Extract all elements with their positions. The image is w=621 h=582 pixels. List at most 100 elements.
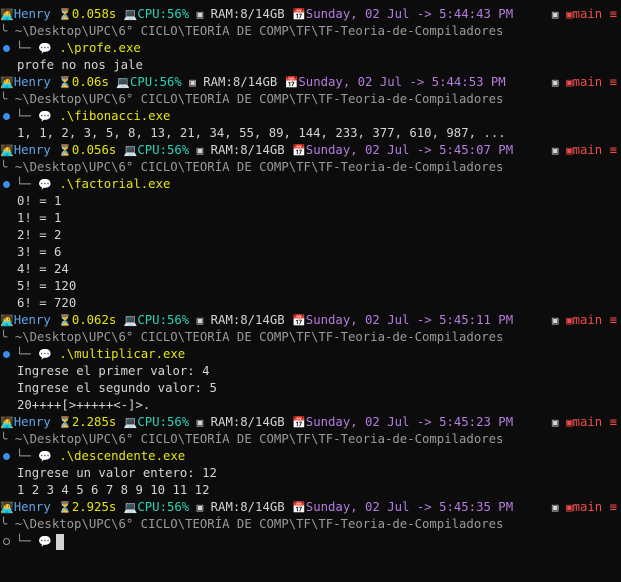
prompt-line: └─ 💬 .\descendente.exe [0, 448, 621, 465]
laptop-icon: 💻 [123, 416, 138, 429]
working-directory: ~\Desktop\UPC\6° CICLO\TEORÍA DE COMP\TF… [14, 160, 504, 174]
git-status: ▣ ▣main ≡ [552, 499, 617, 516]
person-laptop-icon: 🧑‍💻 [0, 8, 14, 21]
cpu-usage: CPU:56% [137, 7, 190, 21]
speech-bubble-icon: 💬 [38, 178, 52, 191]
date-prefix: Sunday, 02 Jul -> [305, 313, 440, 327]
prompt-status-dot [3, 112, 10, 120]
memory-icon: ▣ [196, 8, 204, 21]
cpu-usage: CPU:56% [137, 500, 190, 514]
hourglass-icon: ⏳ [58, 501, 72, 514]
git-branch: main [572, 415, 603, 429]
tree-connector: ╰ [0, 517, 8, 531]
git-branch-icon: ▣ [565, 501, 573, 514]
tree-connector: └─ [16, 449, 31, 463]
laptop-icon: 💻 [116, 76, 130, 89]
clock-time: 5:44:43 PM [439, 7, 514, 21]
git-branch: main [572, 313, 603, 327]
calendar-icon: 📅 [292, 416, 306, 429]
git-status: ▣ ▣main ≡ [552, 414, 617, 431]
prompt-line: └─ 💬 .\fibonacci.exe [0, 108, 621, 125]
git-sync-status: ≡ [609, 7, 617, 21]
prompt-line[interactable]: └─ 💬 [0, 533, 621, 550]
elapsed-time: 0.056s [71, 143, 117, 157]
cpu-usage: CPU:56% [137, 143, 190, 157]
working-directory: ~\Desktop\UPC\6° CICLO\TEORÍA DE COMP\TF… [14, 330, 504, 344]
clock-time: 5:45:23 PM [439, 415, 514, 429]
git-branch-icon: ▣ [551, 501, 559, 514]
git-branch: main [572, 500, 603, 514]
output-line: 6! = 720 [17, 296, 77, 310]
cpu-usage: CPU:56% [137, 415, 190, 429]
output-line: 1! = 1 [17, 211, 62, 225]
laptop-icon: 💻 [123, 8, 138, 21]
git-branch-icon: ▣ [565, 144, 573, 157]
prompt-line: └─ 💬 .\multiplicar.exe [0, 346, 621, 363]
hourglass-icon: ⏳ [58, 144, 72, 157]
tree-connector: └─ [16, 534, 31, 548]
memory-icon: ▣ [189, 76, 196, 89]
ram-usage: RAM:8/14GB [210, 415, 285, 429]
git-status: ▣ ▣main ≡ [552, 74, 617, 91]
user-name: Henry [13, 7, 51, 21]
output-line: 3! = 6 [17, 245, 62, 259]
person-laptop-icon: 🧑‍💻 [0, 416, 14, 429]
date-prefix: Sunday, 02 Jul -> [305, 415, 440, 429]
date-prefix: Sunday, 02 Jul -> [305, 500, 440, 514]
laptop-icon: 💻 [123, 501, 138, 514]
speech-bubble-icon: 💬 [38, 110, 52, 123]
memory-icon: ▣ [196, 314, 204, 327]
git-branch-icon: ▣ [551, 144, 559, 157]
prompt-status-dot [3, 350, 10, 358]
prompt-line: └─ 💬 .\factorial.exe [0, 176, 621, 193]
user-name: Henry [13, 143, 51, 157]
person-laptop-icon: 🧑‍💻 [0, 144, 14, 157]
calendar-icon: 📅 [292, 314, 306, 327]
user-name: Henry [13, 415, 51, 429]
clock-time: 5:45:35 PM [439, 500, 514, 514]
calendar-icon: 📅 [292, 144, 306, 157]
prompt-status-dot [3, 180, 10, 188]
working-directory: ~\Desktop\UPC\6° CICLO\TEORÍA DE COMP\TF… [14, 432, 504, 446]
memory-icon: ▣ [196, 416, 204, 429]
cpu-usage: CPU:56% [129, 75, 182, 89]
git-branch-icon: ▣ [551, 76, 559, 89]
git-branch: main [572, 7, 603, 21]
ram-usage: RAM:8/14GB [210, 143, 285, 157]
git-sync-status: ≡ [609, 143, 617, 157]
git-sync-status: ≡ [609, 500, 617, 514]
text-cursor[interactable] [55, 533, 64, 550]
command-text: .\fibonacci.exe [59, 109, 171, 123]
speech-bubble-icon: 💬 [38, 450, 52, 463]
user-name: Henry [13, 500, 51, 514]
user-name: Henry [13, 313, 51, 327]
tree-connector: └─ [16, 347, 31, 361]
terminal-window[interactable]: 🧑‍💻Henry ⏳0.058s 💻CPU:56% ▣ RAM:8/14GB 📅… [0, 0, 621, 582]
prompt-status-dot [3, 452, 10, 460]
status-line: 🧑‍💻Henry ⏳2.285s 💻CPU:56% ▣ RAM:8/14GB 📅… [0, 414, 621, 431]
path-line: ╰ ~\Desktop\UPC\6° CICLO\TEORÍA DE COMP\… [0, 91, 621, 108]
speech-bubble-icon: 💬 [38, 348, 52, 361]
git-sync-status: ≡ [609, 313, 617, 327]
hourglass-icon: ⏳ [58, 416, 72, 429]
tree-connector: ╰ [0, 432, 8, 446]
output-line: 2! = 2 [17, 228, 62, 242]
clock-time: 5:45:11 PM [439, 313, 514, 327]
laptop-icon: 💻 [123, 314, 138, 327]
person-laptop-icon: 🧑‍💻 [0, 314, 14, 327]
tree-connector: └─ [16, 177, 31, 191]
user-name: Henry [13, 75, 51, 89]
status-line: 🧑‍💻Henry ⏳2.925s 💻CPU:56% ▣ RAM:8/14GB 📅… [0, 499, 621, 516]
elapsed-time: 0.058s [71, 7, 117, 21]
elapsed-time: 0.062s [71, 313, 117, 327]
prompt-status-dot [3, 44, 10, 52]
working-directory: ~\Desktop\UPC\6° CICLO\TEORÍA DE COMP\TF… [14, 92, 504, 106]
tree-connector: └─ [16, 41, 31, 55]
calendar-icon: 📅 [292, 501, 306, 514]
git-branch-icon: ▣ [551, 416, 559, 429]
git-branch-icon: ▣ [551, 314, 559, 327]
clock-time: 5:44:53 PM [431, 75, 506, 89]
path-line: ╰ ~\Desktop\UPC\6° CICLO\TEORÍA DE COMP\… [0, 431, 621, 448]
output-line: Ingrese un valor entero: 12 [17, 466, 217, 480]
elapsed-time: 2.925s [71, 500, 117, 514]
